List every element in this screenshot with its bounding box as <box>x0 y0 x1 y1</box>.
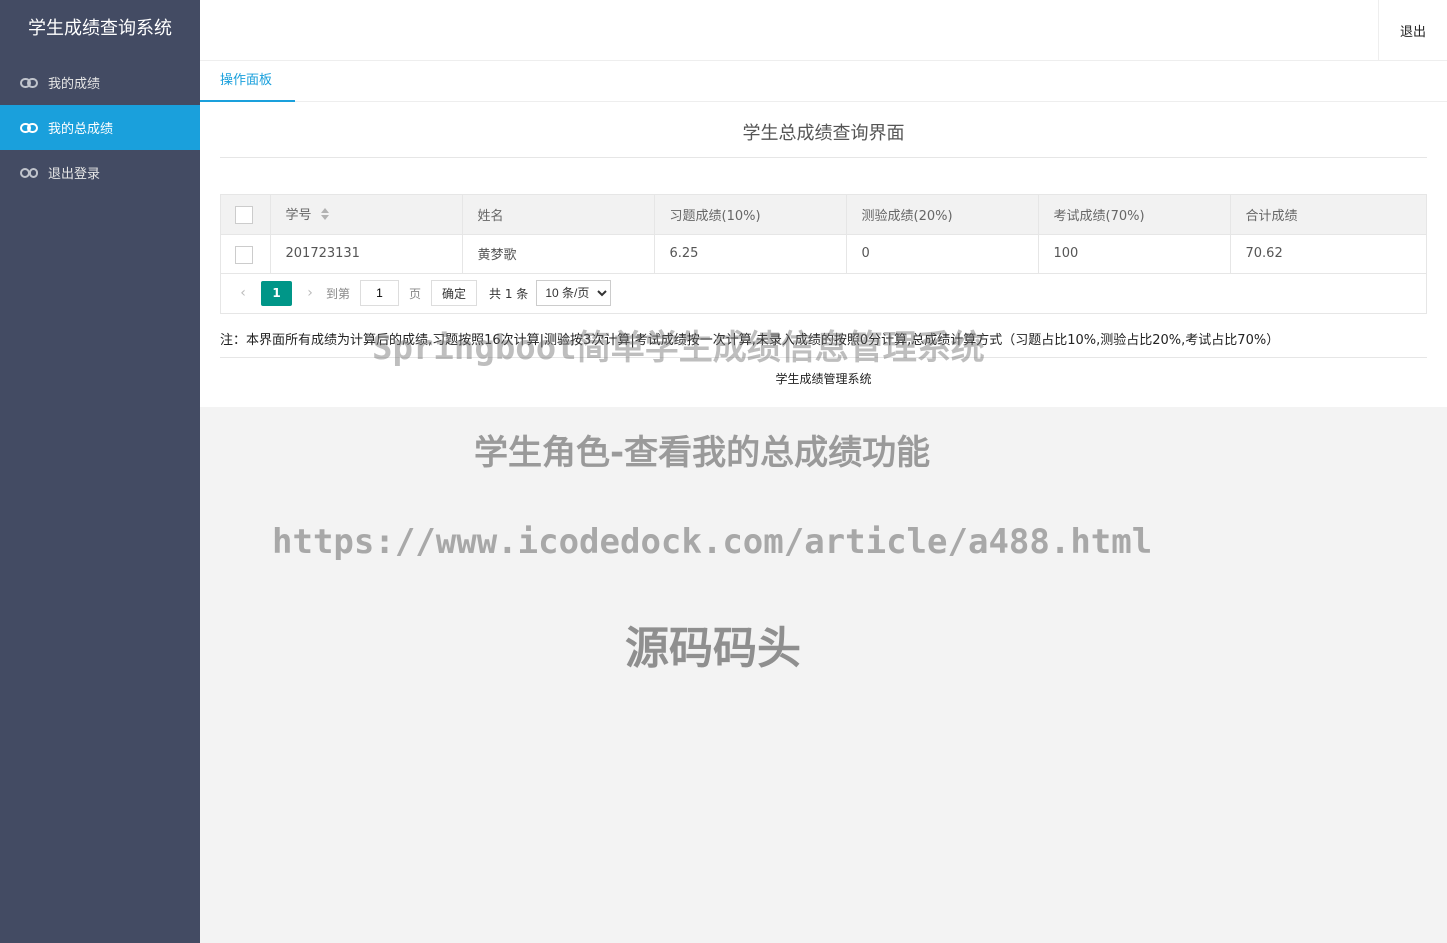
page-size-select[interactable]: 10 条/页 <box>536 280 612 306</box>
column-header-exam: 考试成绩(70%) <box>1038 195 1231 235</box>
cell-exam: 100 <box>1038 234 1231 274</box>
sidebar-item-my-scores[interactable]: 我的成绩 <box>0 60 200 105</box>
current-page-button[interactable]: 1 <box>261 280 292 306</box>
column-header-total: 合计成绩 <box>1230 195 1426 235</box>
watermark-url: https://www.icodedock.com/article/a488.h… <box>272 522 1153 562</box>
cell-name: 黄梦歌 <box>462 234 655 274</box>
scores-table: 学号 姓名 习题成绩(10%) 测验成绩(20%) 考试成绩(70%) 合计成绩… <box>220 194 1427 314</box>
column-header-student-id[interactable]: 学号 <box>270 195 463 235</box>
link-icon <box>20 122 38 134</box>
app-title: 学生成绩查询系统 <box>28 18 172 39</box>
cell-exercise: 6.25 <box>654 234 847 274</box>
sort-icon[interactable] <box>320 207 330 225</box>
page-number-input[interactable] <box>360 280 400 306</box>
column-header-quiz: 测验成绩(20%) <box>846 195 1039 235</box>
logout-button[interactable]: 退出 <box>1378 0 1447 60</box>
row-checkbox[interactable] <box>235 245 253 264</box>
tab-bar: 操作面板 <box>200 61 1447 102</box>
sidebar: 学生成绩查询系统 我的成绩 我的总成绩 退出登录 <box>0 0 200 943</box>
watermark-feature-caption: 学生角色-查看我的总成绩功能 <box>474 433 931 473</box>
total-count: 共 1 条 <box>489 286 529 301</box>
table-header-row: 学号 姓名 习题成绩(10%) 测验成绩(20%) 考试成绩(70%) 合计成绩 <box>221 195 1426 235</box>
pagination: ‹ 1 › 到第 页 确定 共 1 条 10 条/页 <box>221 274 1426 313</box>
watermark-project-title: Springboot简单学生成绩信息管理系统 <box>372 328 985 368</box>
page-unit-label: 页 <box>409 286 422 301</box>
cell-student-id: 201723131 <box>270 234 463 274</box>
unlink-icon <box>20 167 38 179</box>
sidebar-item-label: 我的成绩 <box>48 77 101 92</box>
column-header-name: 姓名 <box>462 195 655 235</box>
cell-quiz: 0 <box>846 234 1039 274</box>
link-icon <box>20 77 38 89</box>
table-row: 201723131 黄梦歌 6.25 0 100 70.62 <box>221 234 1426 274</box>
select-all-cell <box>221 195 271 235</box>
chevron-right-icon[interactable]: › <box>300 285 320 301</box>
select-all-checkbox[interactable] <box>235 206 253 225</box>
sidebar-item-my-total-scores[interactable]: 我的总成绩 <box>0 105 200 150</box>
page-title: 学生总成绩查询界面 <box>220 117 1427 158</box>
goto-label: 到第 <box>326 286 351 301</box>
row-select-cell <box>221 234 271 274</box>
sidebar-item-label: 我的总成绩 <box>48 122 114 137</box>
cell-total: 70.62 <box>1230 234 1426 274</box>
column-header-exercise: 习题成绩(10%) <box>654 195 847 235</box>
watermark-brand: 源码码头 <box>625 623 801 674</box>
tab-operation-panel[interactable]: 操作面板 <box>200 61 295 102</box>
confirm-page-button[interactable]: 确定 <box>431 280 478 306</box>
sidebar-item-label: 退出登录 <box>48 167 101 182</box>
top-header: 退出 <box>200 0 1447 61</box>
chevron-left-icon[interactable]: ‹ <box>233 285 253 301</box>
sidebar-item-logout[interactable]: 退出登录 <box>0 150 200 195</box>
